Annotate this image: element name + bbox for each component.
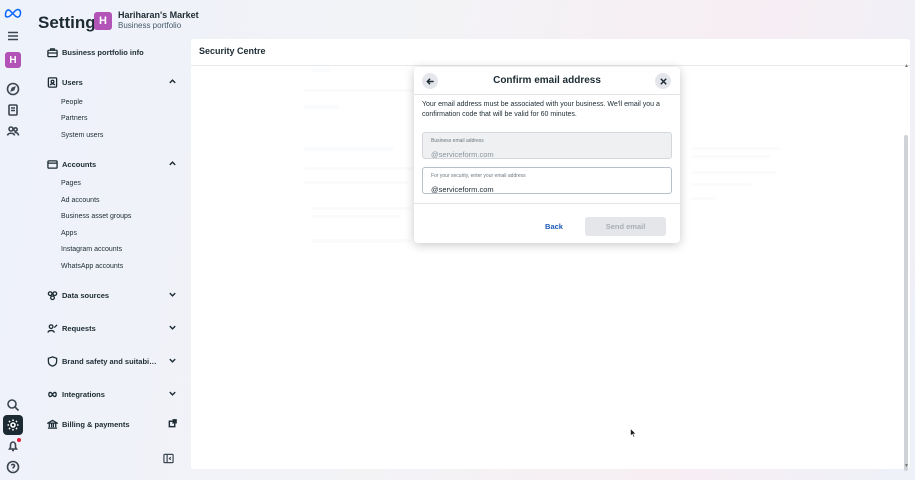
sidebar-item-integrations[interactable]: Integrations [47, 389, 177, 400]
sidebar-item-brand-safety[interactable]: Brand safety and suitabi… [47, 356, 177, 367]
users-icon[interactable] [4, 122, 22, 140]
settings-sidebar: Business portfolio info Users People Par… [27, 38, 185, 468]
security-email-input[interactable] [431, 185, 663, 194]
accounts-icon [47, 159, 58, 170]
chevron-down-icon [168, 290, 177, 299]
requests-icon [47, 323, 58, 334]
security-email-label: For your security, enter your email addr… [431, 173, 526, 179]
search-icon[interactable] [4, 396, 22, 414]
portfolio-name: Hariharan's Market [118, 10, 199, 20]
briefcase-icon [47, 47, 58, 58]
chevron-down-icon [168, 356, 177, 365]
external-link-icon [168, 419, 177, 428]
confirm-email-dialog: Confirm email address Your email address… [414, 67, 680, 243]
shield-icon [47, 356, 58, 367]
dialog-description: Your email address must be associated wi… [422, 101, 660, 118]
security-email-field[interactable]: For your security, enter your email addr… [422, 167, 672, 194]
close-button[interactable] [655, 73, 671, 89]
scrollbar[interactable] [904, 69, 908, 471]
back-button[interactable]: Back [538, 217, 570, 235]
left-rail: H [0, 0, 26, 480]
sidebar-item-whatsapp-accounts[interactable]: WhatsApp accounts [61, 263, 123, 270]
bank-icon [47, 419, 58, 430]
sidebar-item-requests[interactable]: Requests [47, 323, 177, 334]
gear-icon[interactable] [3, 415, 23, 435]
sidebar-item-people[interactable]: People [61, 99, 83, 106]
chevron-up-icon [168, 77, 177, 86]
sidebar-item-instagram-accounts[interactable]: Instagram accounts [61, 246, 122, 253]
sidebar-item-partners[interactable]: Partners [61, 115, 87, 122]
data-sources-icon [47, 290, 58, 301]
sidebar-item-pages[interactable]: Pages [61, 180, 81, 187]
business-email-field: Business email address [422, 132, 672, 159]
chevron-up-icon [168, 159, 177, 168]
dialog-footer-divider [414, 203, 680, 204]
scroll-up-arrow[interactable]: ▲ [904, 63, 909, 69]
meta-logo-icon[interactable] [4, 4, 22, 22]
business-email-input [431, 150, 663, 159]
compass-icon[interactable] [4, 80, 22, 98]
dialog-title: Confirm email address [493, 75, 601, 86]
scroll-down-arrow[interactable]: ▼ [904, 463, 909, 469]
sidebar-item-billing[interactable]: Billing & payments [47, 419, 177, 430]
dialog-divider [414, 94, 680, 95]
mouse-cursor-icon [630, 428, 637, 438]
sidebar-item-ad-accounts[interactable]: Ad accounts [61, 197, 100, 204]
portfolio-switcher[interactable]: H Hariharan's Market Business portfolio [94, 10, 199, 31]
sidebar-item-accounts[interactable]: Accounts [47, 159, 177, 170]
close-icon [659, 77, 667, 85]
scrollbar-thumb[interactable] [904, 135, 908, 471]
menu-icon[interactable] [4, 27, 22, 45]
integrations-icon [47, 389, 58, 400]
portfolio-avatar-large: H [94, 11, 112, 30]
sidebar-item-system-users[interactable]: System users [61, 132, 103, 139]
users-book-icon [47, 77, 58, 88]
sidebar-item-data-sources[interactable]: Data sources [47, 290, 177, 301]
collapse-sidebar-icon[interactable] [163, 451, 174, 464]
pages-icon[interactable] [4, 101, 22, 119]
chevron-down-icon [168, 323, 177, 332]
notification-dot [17, 438, 21, 442]
portfolio-type: Business portfolio [118, 21, 182, 30]
business-email-label: Business email address [431, 138, 484, 144]
chevron-down-icon [168, 389, 177, 398]
help-icon[interactable] [4, 458, 22, 476]
sidebar-item-business-info[interactable]: Business portfolio info [47, 47, 177, 58]
sidebar-item-users[interactable]: Users [47, 77, 177, 88]
sidebar-item-apps[interactable]: Apps [61, 230, 77, 237]
portfolio-avatar[interactable]: H [4, 51, 22, 69]
sidebar-item-business-asset-groups[interactable]: Business asset groups [61, 213, 131, 220]
bell-icon[interactable] [4, 437, 22, 455]
send-email-button[interactable]: Send email [585, 217, 666, 236]
main-title: Security Centre [191, 39, 910, 66]
